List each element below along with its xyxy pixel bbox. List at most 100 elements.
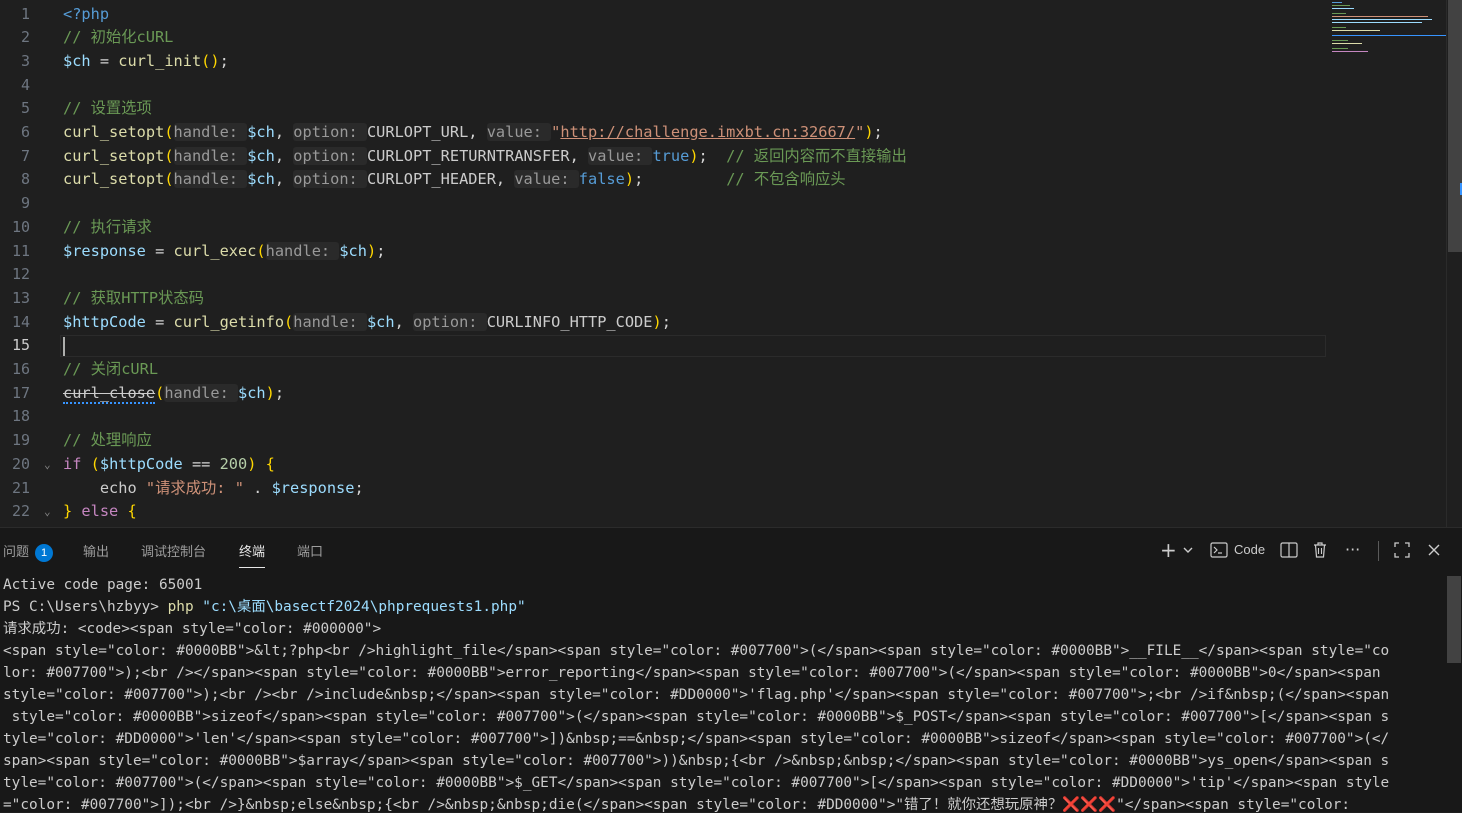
code-line[interactable]: 16 // 关闭cURL [0, 358, 1326, 382]
inlay-hint: handle: [164, 383, 239, 402]
code-line[interactable]: 12 [0, 263, 1326, 287]
editor-scroll-thumb[interactable] [1448, 0, 1462, 252]
terminal-text: tyle="color: #DD0000">'len'</span><span … [3, 731, 1390, 747]
terminal-icon[interactable] [1210, 540, 1228, 565]
code-line[interactable]: 19 // 处理响应 [0, 429, 1326, 453]
code-token: "请求成功: " [145, 478, 244, 497]
code-token: ) [864, 123, 874, 141]
inlay-hint: option: [293, 170, 367, 189]
code-line[interactable]: 6 curl_setopt(handle: $ch, option: CURLOP… [0, 121, 1326, 145]
code-line[interactable]: 8 curl_setopt(handle: $ch, option: CURLOP… [0, 168, 1326, 192]
code-line[interactable]: 11 $response = curl_exec(handle: $ch); [0, 240, 1326, 264]
line-code: // 获取HTTP状态码 [63, 287, 204, 311]
terminal-scrollbar[interactable] [1446, 574, 1462, 813]
fold-chevron-icon[interactable]: ⌄ [44, 453, 51, 477]
inlay-hint: handle: [293, 312, 367, 331]
chevron-down-icon[interactable] [1182, 540, 1194, 565]
code-editor[interactable]: 1 <?php 2// 初始化cURL 3 $ch = curl_init(); 4 5//… [0, 0, 1462, 527]
code-line[interactable]: 17 curl_close(handle: $ch); [0, 382, 1326, 406]
trash-icon[interactable] [1312, 540, 1328, 565]
code-line[interactable]: 14 $httpCode = curl_getinfo(handle: $ch, … [0, 311, 1326, 335]
code-token: if [63, 454, 82, 473]
code-token: { [265, 454, 275, 473]
code-line[interactable]: 18 [0, 405, 1326, 429]
code-token: ( [164, 123, 174, 141]
line-number: 14 [11, 312, 30, 331]
terminal-line: 请求成功: <code><span style="color: #000000"… [3, 618, 1443, 640]
code-token: $ch [247, 170, 275, 189]
maximize-icon[interactable] [1393, 540, 1411, 565]
tab-problems[interactable]: 问题 1 [3, 541, 54, 562]
more-icon[interactable]: ··· [1345, 540, 1360, 560]
code-token: = [145, 241, 174, 260]
code-line[interactable]: 20 ⌄ if ($httpCode == 200) { [0, 453, 1326, 477]
text-cursor [63, 337, 65, 356]
code-token: 200 [219, 454, 248, 473]
fold-chevron-icon[interactable]: ⌄ [44, 500, 51, 524]
code-token: curl_init [118, 51, 202, 70]
code-token: $httpCode [63, 312, 146, 331]
bottom-panel: 问题 1 输出 调试控制台 终端 端口 + Code ··· Active cod… [0, 527, 1462, 813]
minimap[interactable] [1332, 0, 1446, 60]
terminal-text: 请求成功: <code><span style="color: #000000"… [3, 621, 382, 637]
code-token: echo [63, 478, 146, 497]
code-line[interactable]: 13 // 获取HTTP状态码 [0, 287, 1326, 311]
code-token: $ch [339, 241, 367, 260]
code-line[interactable]: 9 [0, 192, 1326, 216]
inlay-hint: value: [514, 170, 579, 189]
line-number: 4 [20, 75, 30, 94]
line-number: 22 [11, 502, 30, 521]
terminal-text: ❌❌❌ [1062, 797, 1117, 813]
close-icon[interactable] [1426, 540, 1442, 565]
line-number: 12 [11, 265, 30, 284]
code-token: " [855, 123, 865, 141]
code-line[interactable]: 2 // 初始化cURL [0, 26, 1326, 50]
code-line[interactable]: 4 [0, 74, 1326, 98]
problems-count-badge: 1 [35, 543, 54, 562]
tab-debug-console[interactable]: 调试控制台 [141, 541, 206, 560]
current-line-highlight [60, 335, 1326, 357]
line-number: 19 [11, 431, 30, 450]
terminal-text: lor: #007700">);<br /></span><span style… [3, 665, 1390, 681]
code-token: } [63, 502, 73, 521]
code-line[interactable]: 10 // 执行请求 [0, 216, 1326, 240]
tab-output[interactable]: 输出 [83, 541, 109, 560]
code-line[interactable]: 21 echo "请求成功: " . $response; [0, 477, 1326, 501]
code-token: // 初始化cURL [63, 28, 174, 47]
tab-ports[interactable]: 端口 [297, 541, 323, 560]
editor-scrollbar[interactable] [1446, 0, 1462, 527]
line-code: <?php [63, 3, 109, 27]
code-token: , [274, 170, 294, 189]
line-code: if ($httpCode == 200) { [63, 453, 275, 477]
code-line[interactable]: 5 // 设置选项 [0, 97, 1326, 121]
terminal-profile-label[interactable]: Code [1234, 542, 1265, 557]
terminal-line: style="color: #007700">);<br /><br />inc… [3, 684, 1443, 706]
terminal-output[interactable]: Active code page: 65001 PS C:\Users\hzbyy… [3, 574, 1443, 813]
code-token: curl_close [63, 383, 156, 404]
tab-terminal[interactable]: 终端 [239, 541, 266, 568]
code-line[interactable]: 22 ⌄} else { [0, 500, 1326, 524]
line-number: 16 [11, 360, 30, 378]
plus-icon[interactable]: + [1160, 540, 1177, 560]
line-number: 7 [20, 146, 30, 165]
line-number: 20 [11, 454, 30, 473]
line-number: 5 [20, 99, 30, 118]
code-line[interactable]: 3 $ch = curl_init(); [0, 50, 1326, 74]
inlay-hint: value: [588, 146, 653, 165]
split-terminal-icon[interactable] [1280, 540, 1298, 565]
code-token: curl_setopt [63, 170, 165, 189]
terminal-scroll-thumb[interactable] [1447, 576, 1461, 663]
code-token: , [495, 170, 515, 189]
code-line[interactable]: 1 <?php [0, 3, 1326, 27]
terminal-line: style="color: #0000BB">sizeof</span><spa… [3, 706, 1443, 728]
line-number: 18 [11, 407, 30, 426]
code-token: ; [376, 241, 386, 260]
code-token: , [569, 146, 588, 165]
inlay-hint: option: [413, 312, 487, 331]
code-token: ( [164, 170, 174, 189]
code-line[interactable]: 7 curl_setopt(handle: $ch, option: CURLOP… [0, 145, 1326, 169]
line-number: 10 [11, 217, 30, 236]
code-token: . [243, 478, 272, 497]
code-token: ; [873, 123, 883, 141]
